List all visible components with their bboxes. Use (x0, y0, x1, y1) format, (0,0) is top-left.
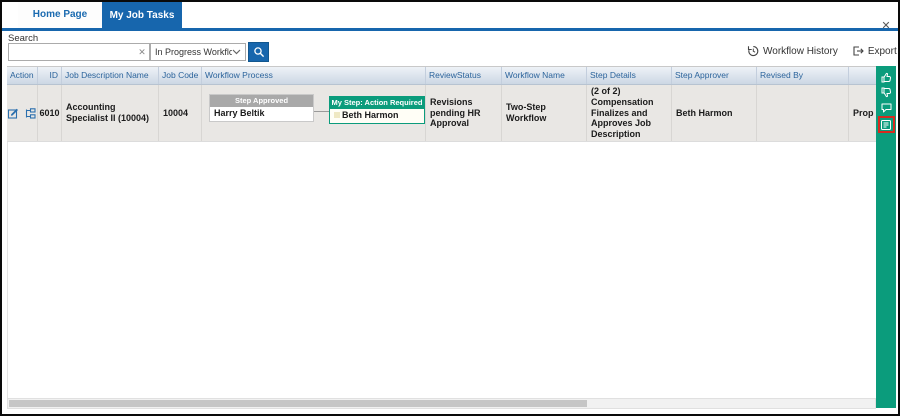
notes-icon[interactable] (878, 116, 895, 133)
workflow-step-person: Harry Beltik (210, 107, 313, 121)
column-header-step-details: Step Details (587, 67, 672, 84)
tab-bar: Home Page My Job Tasks (2, 2, 898, 31)
workflow-step-approved: Step Approved Harry Beltik (209, 94, 314, 122)
column-header-revised-by: Revised By (757, 67, 849, 84)
workflow-history-label: Workflow History (763, 46, 838, 57)
workflow-filter-value: In Progress Workflows (155, 47, 232, 57)
search-icon (253, 46, 265, 58)
current-user-marker (334, 112, 340, 118)
workflow-route-icon[interactable] (24, 107, 37, 120)
thumbs-up-icon[interactable] (878, 70, 894, 85)
export-icon (852, 45, 864, 57)
workflow-connector (314, 111, 329, 112)
horizontal-scrollbar[interactable] (7, 398, 876, 409)
column-header-id: ID (38, 67, 62, 84)
review-status-cell: Revisions pending HR Approval (426, 85, 502, 141)
workflow-filter-dropdown[interactable]: In Progress Workflows (150, 43, 246, 61)
history-icon (747, 45, 759, 57)
column-header-review-status: ReviewStatus (426, 67, 502, 84)
column-header-job-code: Job Code (159, 67, 202, 84)
workflow-process-cell: Step Approved Harry Beltik My Step: Acti… (202, 85, 426, 141)
step-approver-cell: Beth Harmon (672, 85, 757, 141)
workflow-name-cell: Two-Step Workflow (502, 85, 587, 141)
clear-search-icon[interactable]: ✕ (136, 46, 148, 58)
column-header-workflow-process: Workflow Process (202, 67, 426, 84)
chevron-down-icon (232, 49, 241, 55)
column-header-workflow-name: Workflow Name (502, 67, 587, 84)
thumbs-down-icon[interactable] (878, 85, 894, 100)
tab-my-job-tasks[interactable]: My Job Tasks (102, 2, 182, 31)
tab-home-page[interactable]: Home Page (18, 2, 102, 28)
workflow-step-status: My Step: Action Required (330, 97, 424, 109)
toolbar: Workflow History Export ••• (747, 43, 900, 59)
job-code-cell: 10004 (159, 85, 202, 141)
app-window: Home Page My Job Tasks ✕ Search ✕ In Pro… (0, 0, 900, 416)
table-header: Action ID Job Description Name Job Code … (7, 66, 876, 85)
export-button[interactable]: Export (852, 45, 897, 57)
workflow-step-status: Step Approved (210, 95, 313, 107)
export-label: Export (868, 46, 897, 57)
column-header-overflow (849, 67, 876, 84)
action-cell (7, 85, 38, 141)
step-details-cell: (2 of 2) Compensation Finalizes and Appr… (587, 85, 672, 141)
action-side-panel (876, 66, 896, 408)
overflow-cell: Prop (849, 85, 876, 141)
scrollbar-thumb[interactable] (9, 400, 587, 407)
job-description-name-cell: Accounting Specialist II (10004) (62, 85, 159, 141)
id-cell: 6010 (38, 85, 62, 141)
search-input[interactable] (8, 43, 150, 61)
workflow-step-current[interactable]: My Step: Action Required Beth Harmon (329, 96, 425, 124)
search-button[interactable] (248, 42, 269, 62)
workflow-history-button[interactable]: Workflow History (747, 45, 838, 57)
edit-icon[interactable] (7, 107, 20, 120)
column-header-job-description-name: Job Description Name (62, 67, 159, 84)
column-header-action: Action (7, 67, 38, 84)
column-header-step-approver: Step Approver (672, 67, 757, 84)
workflow-step-person: Beth Harmon (330, 109, 424, 123)
table-row: 6010 Accounting Specialist II (10004) 10… (7, 85, 876, 142)
comment-icon[interactable] (878, 100, 894, 115)
revised-by-cell (757, 85, 849, 141)
close-icon[interactable]: ✕ (879, 19, 893, 33)
